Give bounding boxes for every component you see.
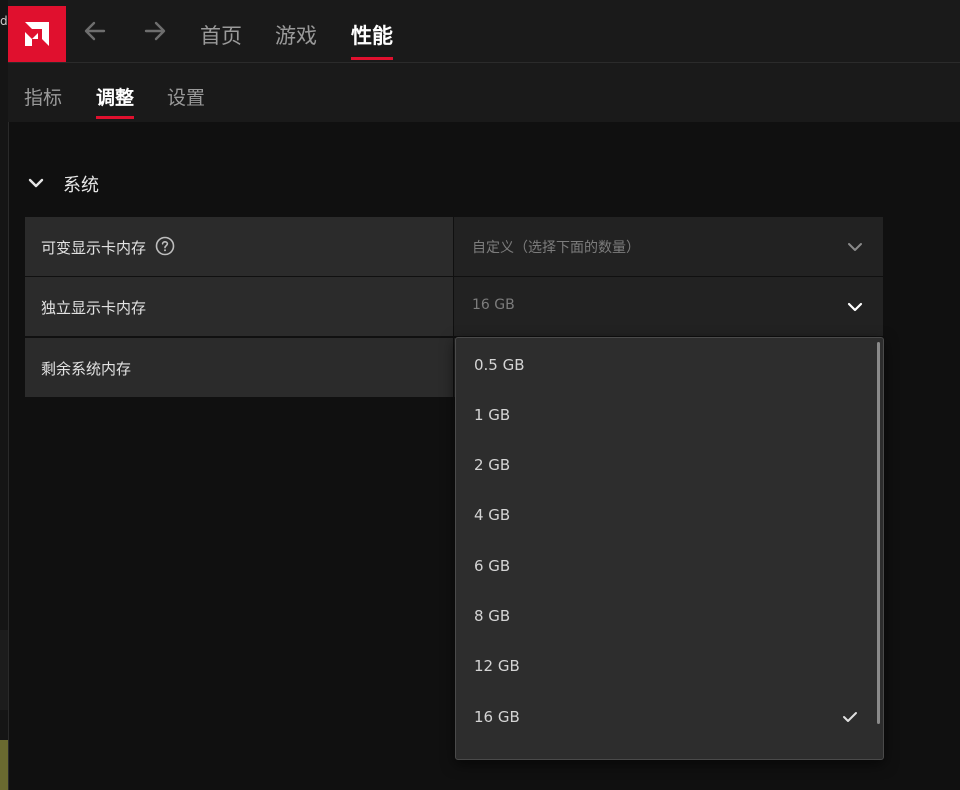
dropdown-option-selected[interactable]: 16 GB bbox=[456, 691, 876, 741]
amd-logo-icon bbox=[25, 22, 49, 46]
chevron-down-icon bbox=[847, 302, 863, 312]
forward-button[interactable] bbox=[142, 18, 168, 44]
window-edge-panel bbox=[0, 630, 8, 710]
dropdown-option[interactable]: 4 GB bbox=[456, 489, 876, 539]
option-label: 0.5 GB bbox=[474, 356, 525, 374]
dropdown-option[interactable]: 8 GB bbox=[456, 590, 876, 640]
option-label: 4 GB bbox=[474, 506, 511, 524]
back-button[interactable] bbox=[82, 18, 108, 44]
option-label: 2 GB bbox=[474, 456, 511, 474]
sub-nav-bar: 指标 调整 设置 bbox=[8, 63, 960, 122]
dedicated-memory-select[interactable]: 16 GB bbox=[454, 277, 883, 336]
subtab-tuning[interactable]: 调整 bbox=[96, 83, 135, 119]
row-label-cell: 独立显示卡内存 bbox=[25, 277, 453, 336]
row-label-cell: 可变显示卡内存 bbox=[25, 217, 453, 276]
option-label: 1 GB bbox=[474, 406, 511, 424]
active-tab-underline bbox=[351, 57, 393, 60]
dropdown-option[interactable]: 1 GB bbox=[456, 389, 876, 439]
tab-performance-label: 性能 bbox=[351, 24, 393, 48]
row-label: 可变显示卡内存 bbox=[41, 239, 147, 257]
chevron-down-icon bbox=[848, 243, 862, 251]
row-dedicated-graphics-memory: 独立显示卡内存 16 GB bbox=[25, 277, 883, 336]
window-edge-thumbnail bbox=[0, 740, 8, 790]
option-label: 6 GB bbox=[474, 557, 511, 575]
amd-logo[interactable] bbox=[8, 6, 66, 62]
dropdown-option[interactable]: 0.5 GB bbox=[456, 339, 876, 389]
arrow-left-icon bbox=[84, 21, 106, 41]
option-label: 16 GB bbox=[474, 708, 520, 726]
option-label: 8 GB bbox=[474, 607, 511, 625]
subtab-metrics-label: 指标 bbox=[24, 87, 63, 109]
dropdown-option[interactable]: 12 GB bbox=[456, 640, 876, 690]
subtab-metrics[interactable]: 指标 bbox=[24, 83, 62, 110]
subtab-tuning-label: 调整 bbox=[96, 87, 135, 109]
row-label-cell: 剩余系统内存 bbox=[25, 338, 453, 397]
arrow-right-icon bbox=[144, 21, 166, 41]
subtab-settings-label: 设置 bbox=[167, 87, 206, 109]
tab-games[interactable]: 游戏 bbox=[275, 20, 317, 50]
select-value: 自定义（选择下面的数量） bbox=[472, 240, 640, 256]
help-icon[interactable] bbox=[155, 236, 175, 256]
row-variable-graphics-memory: 可变显示卡内存 自定义（选择下面的数量） bbox=[25, 217, 883, 276]
window-edge-text: d bbox=[0, 14, 8, 28]
option-label: 12 GB bbox=[474, 657, 520, 675]
check-icon bbox=[843, 712, 857, 722]
select-value: 16 GB bbox=[472, 297, 515, 313]
tab-performance[interactable]: 性能 bbox=[351, 20, 393, 60]
dropdown-option[interactable]: 6 GB bbox=[456, 540, 876, 590]
dropdown-scrollbar[interactable] bbox=[877, 342, 880, 724]
row-label: 独立显示卡内存 bbox=[41, 299, 147, 317]
tab-games-label: 游戏 bbox=[275, 24, 317, 48]
memory-size-dropdown: 0.5 GB 1 GB 2 GB 4 GB 6 GB 8 GB 12 GB 16… bbox=[455, 337, 884, 760]
tab-home-label: 首页 bbox=[200, 24, 242, 48]
top-nav-bar: 首页 游戏 性能 bbox=[8, 0, 960, 63]
variable-memory-select[interactable]: 自定义（选择下面的数量） bbox=[454, 217, 883, 276]
dropdown-option[interactable]: 2 GB bbox=[456, 439, 876, 489]
section-title: 系统 bbox=[63, 175, 99, 196]
row-label: 剩余系统内存 bbox=[41, 360, 132, 378]
tab-home[interactable]: 首页 bbox=[200, 20, 242, 50]
subtab-settings[interactable]: 设置 bbox=[167, 83, 205, 110]
active-subtab-underline bbox=[96, 116, 135, 119]
chevron-down-icon bbox=[28, 178, 44, 188]
